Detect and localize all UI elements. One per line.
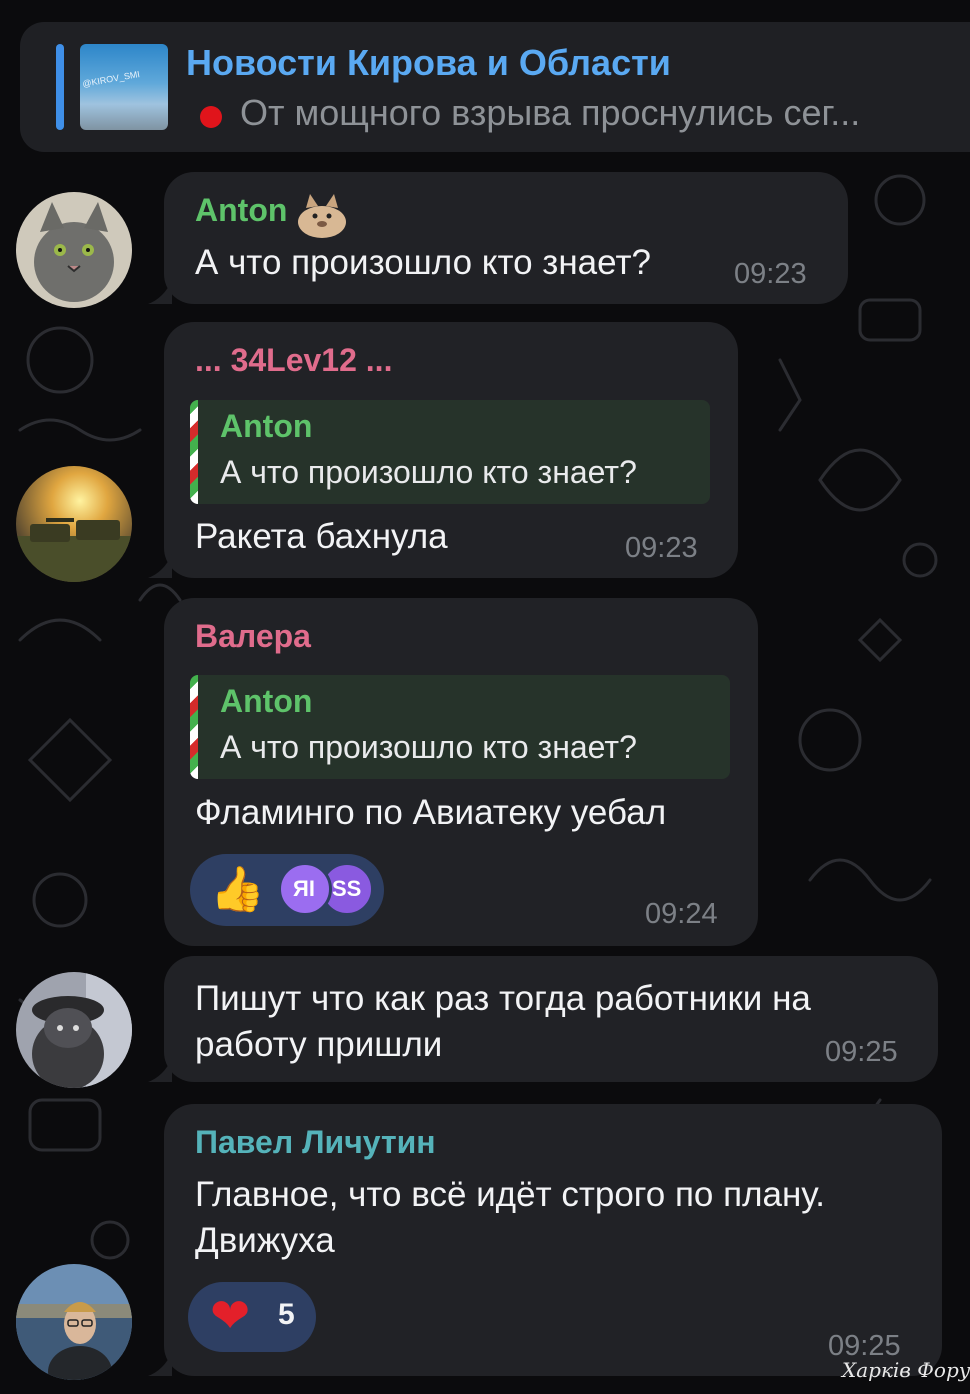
message-text: А что произошло кто знает? [195, 243, 651, 282]
message-time: 09:23 [734, 258, 807, 290]
reply-text: А что произошло кто знает? [220, 454, 637, 490]
message-time: 09:24 [645, 898, 718, 930]
thumbs-up-icon: 👍 [210, 864, 265, 915]
avatar-user[interactable] [16, 972, 132, 1088]
message-text-line: Главное, что всё идёт строго по плану. [195, 1175, 825, 1214]
red-circle-icon [200, 106, 222, 128]
reply-text: А что произошло кто знает? [220, 729, 637, 765]
reaction-user-initials: SS [332, 876, 362, 901]
message-time: 09:23 [625, 532, 698, 564]
reaction-thumbs-up[interactable]: 👍 SS ЯI [190, 854, 384, 926]
pinned-thumbnail-watermark: @KIROV_SMI [81, 69, 141, 89]
bubble-tail [148, 554, 172, 578]
avatar-34lev12[interactable] [16, 466, 132, 582]
message-text-line: работу пришли [195, 1025, 443, 1064]
sender-name[interactable]: Валера [195, 618, 311, 655]
pinned-indicator [56, 44, 64, 130]
message-time: 09:25 [825, 1036, 898, 1068]
heart-icon: ❤ [210, 1288, 251, 1344]
sender-name[interactable]: ... 34Lev12 ... [195, 342, 392, 379]
message-text-line: Движуха [195, 1221, 335, 1260]
reaction-user-initials: ЯI [293, 876, 315, 901]
pinned-message-preview: От мощного взрыва проснулись сег... [240, 92, 861, 133]
reply-stripe [190, 675, 198, 779]
forum-watermark: Харків Форум [842, 1358, 970, 1382]
bubble-tail [148, 1058, 172, 1082]
reply-stripe [190, 400, 198, 504]
message-text-line: Пишут что как раз тогда работники на [195, 979, 811, 1018]
cat-emoji-status-icon [298, 194, 346, 238]
sender-name[interactable]: Павел Личутин [195, 1124, 436, 1161]
reply-quote[interactable]: Anton А что произошло кто знает? [190, 400, 710, 504]
avatar-anton[interactable] [16, 192, 132, 308]
message-text: Ракета бахнула [195, 517, 448, 556]
pinned-channel-title: Новости Кирова и Области [186, 42, 671, 83]
avatar-pavel-lichutin[interactable] [16, 1264, 132, 1380]
pinned-thumbnail[interactable]: @KIROV_SMI [80, 44, 168, 130]
reply-sender-name: Anton [220, 408, 313, 444]
reaction-heart[interactable]: ❤ 5 [188, 1282, 316, 1352]
reply-quote[interactable]: Anton А что произошло кто знает? [190, 675, 730, 779]
bubble-tail [148, 1352, 172, 1376]
message-text: Фламинго по Авиатеку уебал [195, 793, 667, 832]
bubble-tail [148, 280, 172, 304]
sender-name[interactable]: Anton [195, 192, 287, 229]
reply-sender-name: Anton [220, 683, 313, 719]
reaction-count: 5 [278, 1298, 295, 1331]
